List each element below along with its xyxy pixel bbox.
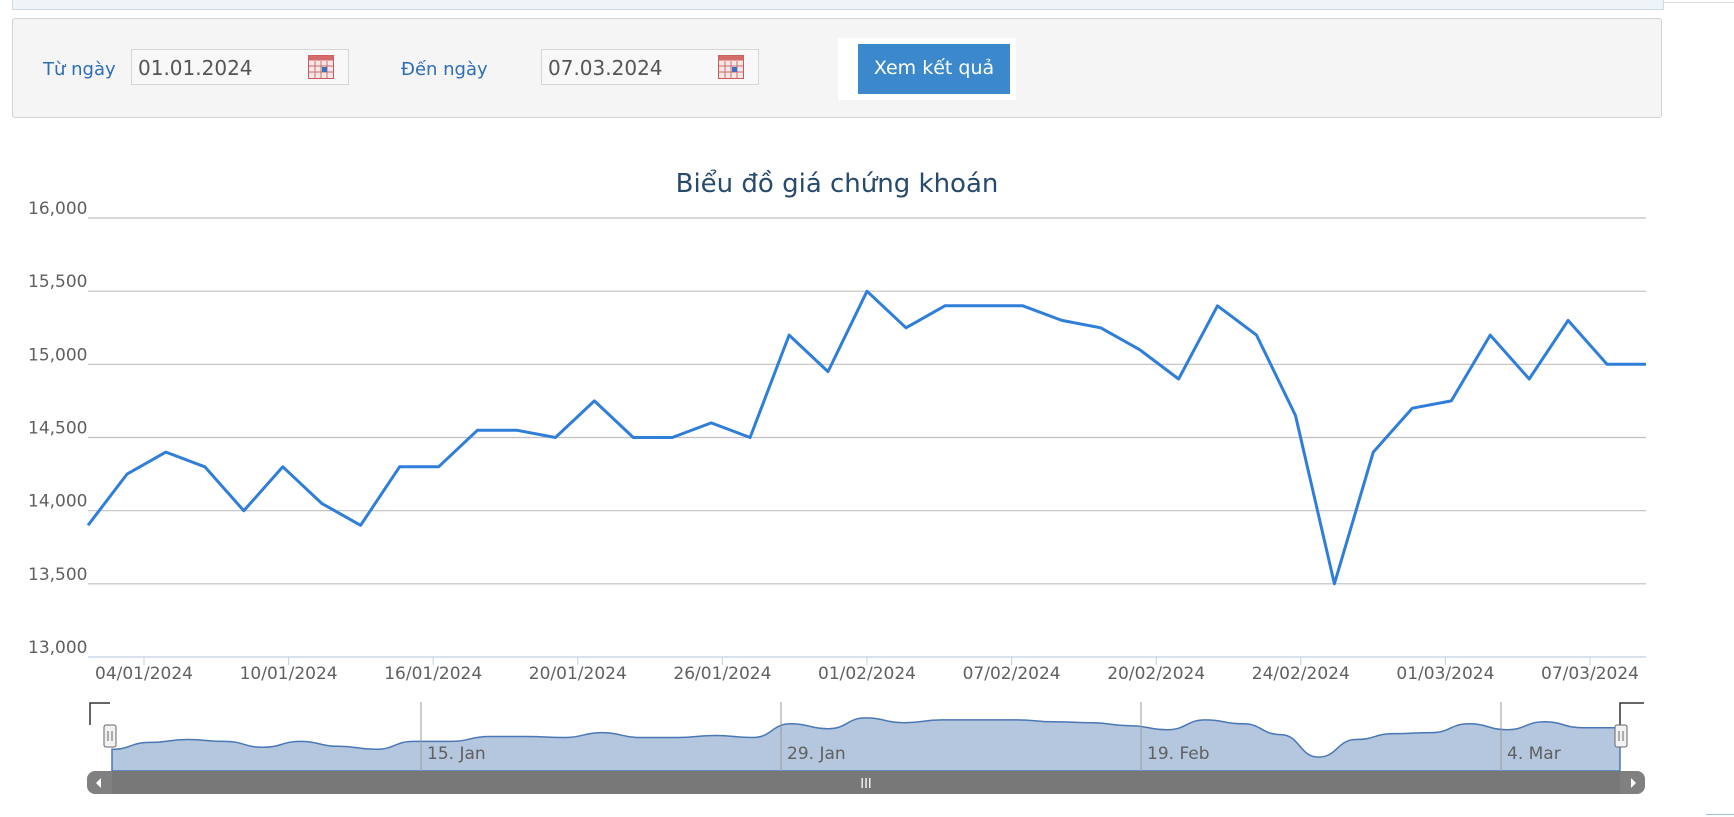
y-axis: 13,000 13,500 14,000 14,500 15,000 15,500 16,0… [28,199,87,658]
from-date-value: 01.01.2024 [138,56,253,80]
navigator-area [111,717,1621,772]
navigator-right-handle[interactable] [1614,724,1628,748]
x-tick-label: 16/01/2024 [384,664,482,684]
view-results-button[interactable]: Xem kết quả [858,44,1010,94]
to-date-input[interactable]: 07.03.2024 [541,49,759,85]
x-tick-label: 07/03/2024 [1541,664,1639,684]
calendar-icon[interactable] [718,55,744,79]
top-panel-edge [12,0,1664,10]
y-tick-label: 14,500 [28,419,87,439]
navigator-date-label: 4. Mar [1507,744,1561,764]
chart-title: Biểu đồ giá chứng khoán [676,168,999,199]
navigator-right-bracket [1619,702,1644,725]
x-axis: 04/01/2024 10/01/2024 16/01/2024 20/01/2024… [95,657,1639,684]
top-divider [1662,2,1734,3]
x-tick-label: 20/01/2024 [529,664,627,684]
navigator-date-label: 19. Feb [1147,744,1210,764]
from-date-input[interactable]: 01.01.2024 [131,49,349,85]
x-tick-label: 07/02/2024 [963,664,1061,684]
navigator[interactable]: 15. Jan 29. Jan 19. Feb 4. Mar III [87,702,1645,794]
navigator-date-label: 29. Jan [787,744,846,764]
date-filter-panel: Từ ngày 01.01.2024 Đến ngày 07.03.2024 X… [12,18,1662,118]
navigator-left-bracket [89,702,110,725]
x-tick-label: 24/02/2024 [1252,664,1350,684]
to-date-label: Đến ngày [401,59,488,80]
grid-lines [88,217,1646,658]
x-tick-label: 10/01/2024 [240,664,338,684]
navigator-left-handle[interactable] [103,724,117,748]
x-tick-label: 01/02/2024 [818,664,916,684]
corner-mark [1706,814,1734,815]
y-tick-label: 13,000 [28,638,87,658]
to-date-value: 07.03.2024 [548,56,663,80]
x-tick-label: 04/01/2024 [95,664,193,684]
y-tick-label: 16,000 [28,199,87,219]
y-tick-label: 14,000 [28,492,87,512]
x-tick-label: 01/03/2024 [1396,664,1494,684]
x-tick-label: 26/01/2024 [673,664,771,684]
navigator-date-label: 15. Jan [427,744,486,764]
from-date-label: Từ ngày [43,59,116,80]
x-tick-label: 20/02/2024 [1107,664,1205,684]
y-tick-label: 13,500 [28,565,87,585]
stock-price-chart: Biểu đồ giá chứng khoán 13,000 13,500 14,0… [28,168,1646,794]
y-tick-label: 15,500 [28,272,87,292]
calendar-icon[interactable] [308,55,334,79]
y-tick-label: 15,000 [28,345,87,365]
scrollbar-grip: III [860,777,872,792]
